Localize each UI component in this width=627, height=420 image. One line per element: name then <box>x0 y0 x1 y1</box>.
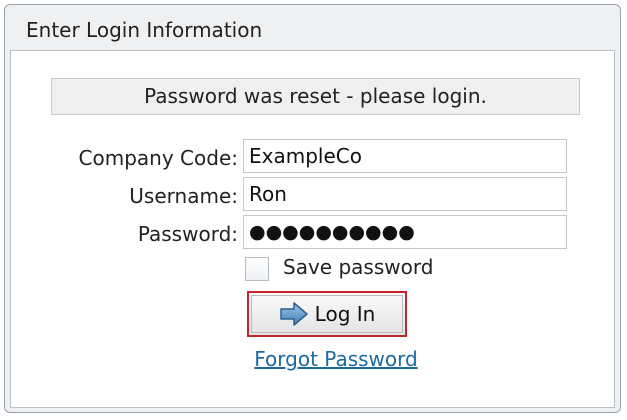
forgot-password-link[interactable]: Forgot Password <box>11 347 627 371</box>
login-button-label: Log In <box>314 302 376 326</box>
password-label: Password: <box>137 222 238 246</box>
username-label: Username: <box>129 184 238 208</box>
save-password-label: Save password <box>283 255 434 279</box>
login-button[interactable]: Log In <box>247 291 407 337</box>
password-field[interactable] <box>243 215 567 249</box>
arrow-right-icon <box>279 302 308 326</box>
company-code-label: Company Code: <box>78 146 238 170</box>
save-password-checkbox[interactable] <box>245 257 269 281</box>
panel-title: Enter Login Information <box>26 18 263 42</box>
status-message: Password was reset - please login. <box>51 78 580 115</box>
username-field[interactable] <box>243 177 567 211</box>
company-code-field[interactable] <box>243 139 567 173</box>
login-form: Password was reset - please login. Compa… <box>10 50 615 408</box>
login-panel: Enter Login Information Password was res… <box>4 4 621 413</box>
